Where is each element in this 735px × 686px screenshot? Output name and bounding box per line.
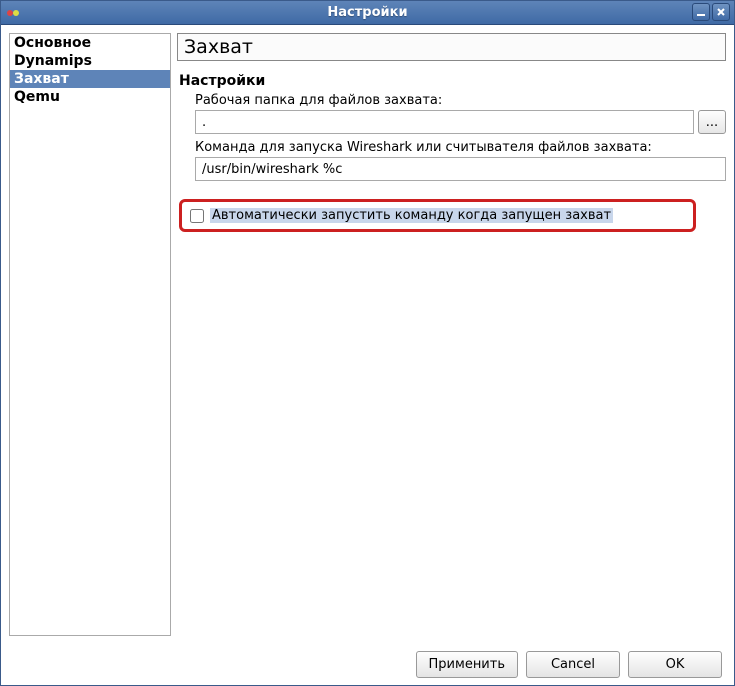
working-dir-label: Рабочая папка для файлов захвата: [195,93,726,108]
highlight-annotation: Автоматически запустить команду когда за… [179,199,696,232]
apply-button[interactable]: Применить [416,651,518,678]
ok-button[interactable]: OK [628,651,722,678]
sidebar-item-dynamips[interactable]: Dynamips [10,52,170,70]
sidebar-item-qemu[interactable]: Qemu [10,88,170,106]
main-panel: Захват Настройки Рабочая папка для файло… [177,33,726,636]
close-icon [716,7,726,17]
auto-start-checkbox[interactable] [190,209,204,223]
window-title: Настройки [1,5,734,20]
sidebar-item-general[interactable]: Основное [10,34,170,52]
cancel-button[interactable]: Cancel [526,651,620,678]
command-input[interactable] [195,157,726,181]
sidebar-item-capture[interactable]: Захват [10,70,170,88]
category-sidebar[interactable]: Основное Dynamips Захват Qemu [9,33,171,636]
close-button[interactable] [712,3,730,21]
section-title: Настройки [177,73,726,89]
working-dir-group: Рабочая папка для файлов захвата: ... Ко… [177,93,726,187]
minimize-button[interactable] [692,3,710,21]
titlebar: Настройки [1,1,734,25]
browse-button[interactable]: ... [698,110,726,134]
app-icon [5,5,21,21]
dialog-button-bar: Применить Cancel OK [1,644,734,684]
page-title: Захват [177,33,726,61]
command-label: Команда для запуска Wireshark или считыв… [195,140,726,155]
minimize-icon [696,7,706,17]
working-dir-input[interactable] [195,110,694,134]
content-area: Основное Dynamips Захват Qemu Захват Нас… [1,25,734,644]
auto-start-label[interactable]: Автоматически запустить команду когда за… [210,208,613,223]
